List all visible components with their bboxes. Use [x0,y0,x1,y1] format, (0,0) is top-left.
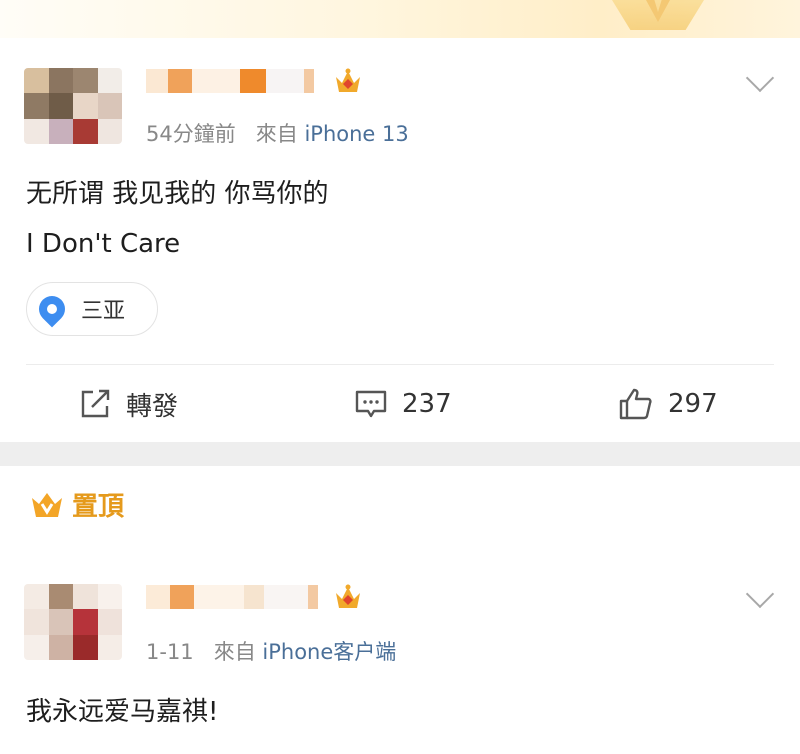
post-time: 54分鐘前 [146,122,236,146]
post-time: 1-11 [146,640,194,664]
post-text-line: 我永远爱马嘉祺! [26,697,219,727]
source-device[interactable]: iPhone客户端 [262,640,396,664]
repost-icon [81,389,110,418]
crown-icon [336,584,360,608]
comment-button[interactable]: 237 [354,384,452,424]
weibo-post: 54分鐘前 來自 iPhone 13 无所谓 我见我的 你骂你的 I Don't… [0,38,800,442]
source-prefix: 來自 [255,122,298,146]
username-blurred[interactable] [146,68,336,94]
comment-count: 237 [402,389,452,419]
weibo-post: 置頂 1-11 來自 iPhone客户端 我永远爱马嘉祺! [0,466,800,754]
chevron-down-icon[interactable] [745,63,775,93]
location-name: 三亚 [81,299,126,324]
like-count: 297 [668,389,718,419]
vip-banner-badge [612,0,704,30]
pinned-marker: 置頂 [30,486,124,523]
post-meta: 54分鐘前 來自 iPhone 13 [146,118,409,148]
repost-label: 轉發 [126,391,179,422]
like-icon [619,388,652,420]
username-blurred[interactable] [146,584,336,610]
comment-icon [355,390,387,418]
repost-button[interactable]: 轉發 [78,384,178,424]
post-meta: 1-11 來自 iPhone客户端 [146,636,396,666]
chevron-down-icon[interactable] [745,579,775,609]
divider [26,364,774,365]
post-text-line: 无所谓 我见我的 你骂你的 [26,179,329,209]
post-text-line: I Don't Care [26,229,181,259]
location-pin-icon [33,290,71,328]
pinned-label: 置頂 [72,492,125,522]
post-separator [0,442,800,466]
source-device[interactable]: iPhone 13 [304,122,408,146]
crown-icon [336,68,360,92]
avatar[interactable] [24,584,122,660]
top-banner [0,0,800,38]
source-prefix: 來自 [213,640,256,664]
like-button[interactable]: 297 [618,384,718,424]
location-tag[interactable]: 三亚 [26,282,158,336]
avatar[interactable] [24,68,122,144]
pinned-crown-icon [32,492,62,517]
